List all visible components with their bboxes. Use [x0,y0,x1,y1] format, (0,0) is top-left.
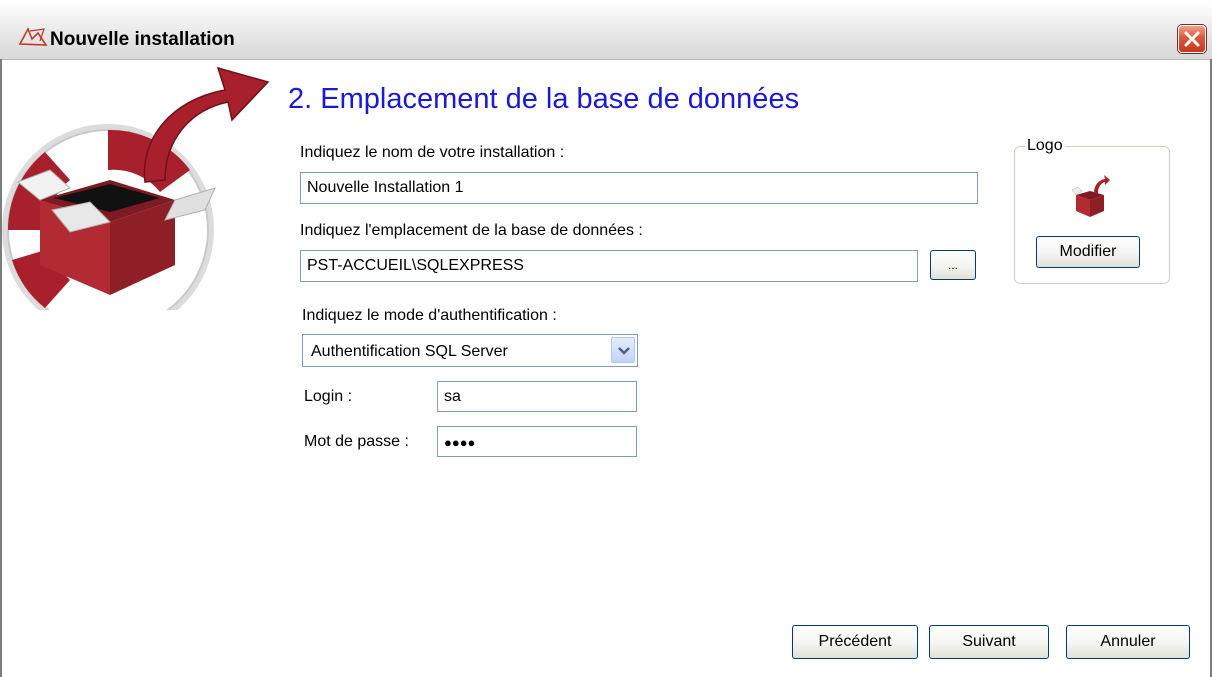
auth-mode-dropdown-button[interactable] [611,337,635,363]
installer-window: Nouvelle installation 2. Emplacement de … [0,0,1212,677]
login-label: Login : [304,388,353,405]
logo-groupbox-legend: Logo [1025,137,1065,155]
database-location-input[interactable]: PST-ACCUEIL\SQLEXPRESS [300,250,918,282]
installation-name-input[interactable]: Nouvelle Installation 1 [300,172,978,204]
installation-name-label: Indiquez le nom de votre installation : [300,144,565,161]
cancel-button[interactable]: Annuler [1066,625,1190,659]
window-title: Nouvelle installation [50,29,235,50]
app-logo-icon [18,27,48,46]
title-bar: Nouvelle installation [0,0,1212,60]
auth-mode-select[interactable]: Authentification SQL Server [302,334,638,367]
login-input[interactable]: sa [437,381,637,412]
auth-mode-selected: Authentification SQL Server [311,343,508,360]
chevron-down-icon [618,347,630,355]
logo-groupbox: Logo Modifier [1014,137,1170,284]
browse-button[interactable]: ... [930,250,976,280]
modify-logo-button[interactable]: Modifier [1036,236,1140,268]
auth-mode-label: Indiquez le mode d'authentification : [302,307,557,324]
close-button[interactable] [1178,25,1206,53]
password-input[interactable]: ●●●● [437,426,637,457]
password-label: Mot de passe : [304,433,409,450]
logo-preview-icon [1072,175,1110,217]
next-button[interactable]: Suivant [929,625,1049,659]
page-title: 2. Emplacement de la base de données [288,83,800,115]
close-icon [1184,31,1200,47]
install-box-logo [2,66,270,310]
database-location-label: Indiquez l'emplacement de la base de don… [300,222,643,239]
previous-button[interactable]: Précédent [792,625,918,659]
